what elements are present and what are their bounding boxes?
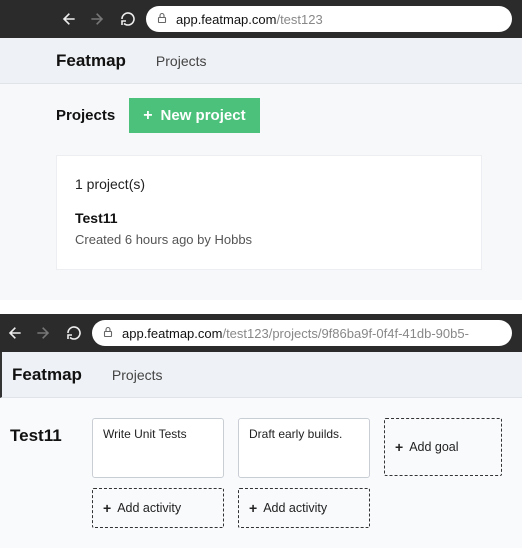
add-activity-label: Add activity <box>117 501 181 515</box>
plus-icon: + <box>143 108 152 124</box>
nav-projects-link[interactable]: Projects <box>112 367 163 383</box>
projects-card: 1 project(s) Test11 Created 6 hours ago … <box>56 155 482 270</box>
activity-card[interactable]: Write Unit Tests <box>92 418 224 478</box>
browser-toolbar: app.featmap.com/test123/projects/9f86ba9… <box>0 314 522 352</box>
plus-icon: + <box>249 500 257 516</box>
project-board: Test11 Write Unit Tests + Add activity D… <box>0 398 522 548</box>
new-project-label: New project <box>161 107 246 124</box>
add-goal-button[interactable]: + Add goal <box>384 418 502 476</box>
project-title: Test11 <box>8 418 78 446</box>
brand-logo[interactable]: Featmap <box>12 365 82 385</box>
address-bar[interactable]: app.featmap.com/test123 <box>146 6 512 32</box>
address-bar[interactable]: app.featmap.com/test123/projects/9f86ba9… <box>92 320 512 346</box>
project-count: 1 project(s) <box>75 176 463 192</box>
lock-icon <box>156 12 168 27</box>
project-item-name[interactable]: Test11 <box>75 210 463 226</box>
reload-icon[interactable] <box>120 11 136 27</box>
add-goal-label: Add goal <box>409 440 458 454</box>
plus-icon: + <box>103 500 111 516</box>
brand-logo[interactable]: Featmap <box>56 51 126 71</box>
projects-page: Projects + New project 1 project(s) Test… <box>0 84 522 300</box>
forward-icon[interactable] <box>36 325 52 341</box>
app-header: Featmap Projects <box>0 352 522 398</box>
activity-card[interactable]: Draft early builds. <box>238 418 370 478</box>
browser-toolbar: app.featmap.com/test123 <box>0 0 522 38</box>
new-project-button[interactable]: + New project <box>129 98 259 133</box>
forward-icon[interactable] <box>90 11 106 27</box>
goal-column: + Add goal <box>384 418 502 476</box>
activity-column: Draft early builds. + Add activity <box>238 418 370 528</box>
project-item-meta: Created 6 hours ago by Hobbs <box>75 232 463 247</box>
back-icon[interactable] <box>6 325 22 341</box>
back-icon[interactable] <box>60 11 76 27</box>
add-activity-button[interactable]: + Add activity <box>92 488 224 528</box>
projects-heading: Projects <box>56 107 115 124</box>
app-header: Featmap Projects <box>0 38 522 84</box>
activity-column: Write Unit Tests + Add activity <box>92 418 224 528</box>
url-text: app.featmap.com/test123/projects/9f86ba9… <box>122 326 469 341</box>
url-text: app.featmap.com/test123 <box>176 12 323 27</box>
reload-icon[interactable] <box>66 325 82 341</box>
plus-icon: + <box>395 439 403 455</box>
add-activity-button[interactable]: + Add activity <box>238 488 370 528</box>
nav-projects-link[interactable]: Projects <box>156 53 207 69</box>
add-activity-label: Add activity <box>263 501 327 515</box>
lock-icon <box>102 326 114 341</box>
